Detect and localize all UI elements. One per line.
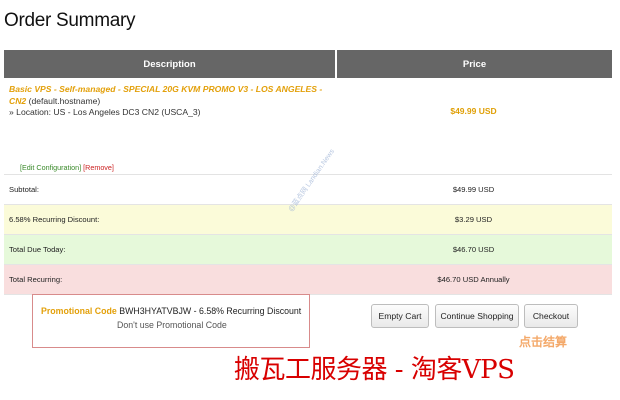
table-row: Total Due Today: $46.70 USD [4, 235, 612, 265]
product-location: » Location: US - Los Angeles DC3 CN2 (US… [9, 107, 201, 117]
continue-shopping-button[interactable]: Continue Shopping [435, 304, 519, 328]
checkout-annotation: 点击结算 [519, 335, 568, 349]
product-price: $49.99 USD [450, 106, 497, 116]
subtotal-label: Subtotal: [9, 185, 39, 194]
product-description: Basic VPS - Self-managed - SPECIAL 20G K… [4, 78, 335, 174]
remove-promo-link[interactable]: Don't use Promotional Code [117, 320, 227, 330]
checkout-button[interactable]: Checkout [524, 304, 578, 328]
promo-line: Promotional Code BWH3HYATVBJW - 6.58% Re… [41, 306, 301, 316]
table-header: Description Price [4, 50, 612, 78]
table-row: 6.58% Recurring Discount: $3.29 USD [4, 205, 612, 235]
empty-cart-button[interactable]: Empty Cart [371, 304, 429, 328]
promo-code-box: Promotional Code BWH3HYATVBJW - 6.58% Re… [32, 294, 310, 348]
discount-value: $3.29 USD [454, 215, 493, 224]
total-due-value: $46.70 USD [452, 245, 495, 254]
total-recurring-value: $46.70 USD Annually [437, 275, 510, 284]
subtotal-value: $49.99 USD [452, 185, 495, 194]
promo-code-value: BWH3HYATVBJW - 6.58% Recurring Discount [119, 306, 302, 316]
header-price: Price [462, 58, 487, 70]
product-links: [Edit Configuration] [Remove] [20, 162, 114, 174]
total-recurring-label: Total Recurring: [9, 275, 63, 284]
edit-configuration-link[interactable]: [Edit Configuration] [20, 163, 81, 172]
total-due-label: Total Due Today: [9, 245, 66, 254]
caption-text: 搬瓦工服务器 - 淘客VPS [234, 355, 515, 385]
product-row: Basic VPS - Self-managed - SPECIAL 20G K… [4, 78, 612, 175]
order-summary-table: Description Price Basic VPS - Self-manag… [4, 50, 612, 295]
page-title: Order Summary [4, 10, 136, 31]
table-row: Total Recurring: $46.70 USD Annually [4, 265, 612, 295]
header-description: Description [4, 50, 337, 78]
remove-link[interactable]: [Remove] [83, 163, 114, 172]
promo-label: Promotional Code [41, 306, 117, 316]
product-hostname: (default.hostname) [28, 95, 101, 106]
discount-label: 6.58% Recurring Discount: [9, 215, 100, 224]
